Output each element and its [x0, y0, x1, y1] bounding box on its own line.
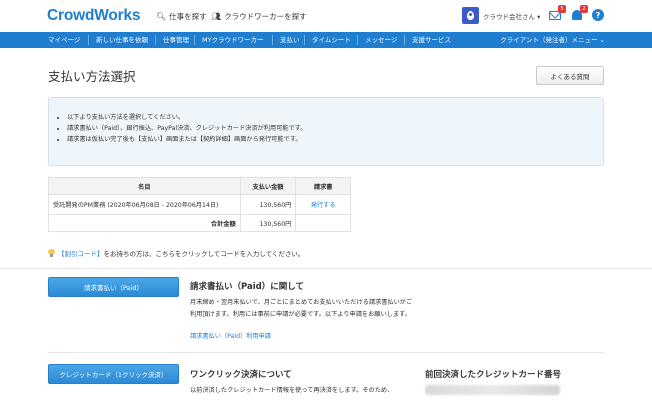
- find-workers-label: クラウドワーカーを探す: [224, 12, 307, 21]
- nav-item-my-workers[interactable]: MYクラウドワーカー: [202, 32, 264, 48]
- col-header-invoice: 請求書: [295, 177, 351, 195]
- masked-card-number: [425, 385, 560, 395]
- client-menu[interactable]: クライアント（発注者）メニュー ⌄: [500, 32, 605, 48]
- bell-badge: 2: [580, 5, 588, 13]
- user-menu[interactable]: クラウド会社さん ▾: [483, 11, 540, 21]
- issue-invoice-link[interactable]: 発行する: [311, 202, 336, 209]
- nav-item-job-management[interactable]: 仕事管理: [163, 32, 189, 48]
- pin-icon: [467, 11, 474, 20]
- paid-apply-link[interactable]: 請求書払い（Paid）利用申請: [190, 331, 271, 340]
- users-icon: 👥︎: [211, 12, 222, 21]
- table-total-row: 合計金額 130,560円: [48, 214, 351, 232]
- row-amount: 130,560円: [239, 194, 297, 215]
- chevron-down-icon: ⌄: [599, 36, 605, 44]
- main-nav: マイページ 新しい仕事を依頼 仕事管理 MYクラウドワーカー 支払い タイムシー…: [0, 32, 652, 48]
- card-section-desc: 以前決済したクレジットカード情報を使って再決済をします。そのため、: [190, 387, 394, 394]
- paid-section-title: 請求書払い（Paid）に関して: [190, 282, 304, 292]
- page-title: 支払い方法選択: [48, 69, 136, 84]
- avatar[interactable]: [462, 7, 479, 24]
- divider: [0, 268, 652, 269]
- nav-item-support[interactable]: 支援サービス: [412, 32, 451, 48]
- help-icon[interactable]: ?: [592, 9, 604, 21]
- client-menu-label: クライアント（発注者）メニュー: [500, 36, 598, 44]
- mail-badge: 5: [558, 5, 566, 13]
- info-line: 請求書払い（Paid）、銀行振込、PayPal決済、クレジットカード決済が利用可…: [67, 123, 306, 134]
- search-icon: 🔍︎: [156, 12, 167, 21]
- nav-item-payments[interactable]: 支払い: [280, 32, 300, 48]
- bell-icon[interactable]: 2: [571, 5, 588, 21]
- info-box: 以下より支払い方法を選択してください。 請求書払い（Paid）、銀行振込、Pay…: [48, 97, 604, 166]
- payment-table: 名目 支払い金額 請求書 受託開発のPM業務 (2020年06月08日 - 20…: [48, 177, 351, 232]
- header: CrowdWorks 🔍︎ 仕事を探す 👥︎ クラウドワーカーを探す クラウド会…: [0, 0, 652, 32]
- coupon-text: をお持ちの方は、こちらをクリックしてコードを入力してください。: [103, 250, 305, 258]
- nav-item-new-job[interactable]: 新しい仕事を依頼: [96, 32, 148, 48]
- previous-card-title: 前回決済したクレジットカード番号: [425, 370, 562, 380]
- info-line: 請求書は仮払い完了後も【支払い】画面または【契約詳細】画面から発行可能です。: [67, 134, 306, 145]
- nav-item-mypage[interactable]: マイページ: [48, 32, 80, 48]
- crowdworks-logo[interactable]: CrowdWorks: [47, 7, 141, 25]
- find-jobs-link[interactable]: 🔍︎ 仕事を探す: [156, 11, 207, 22]
- faq-button[interactable]: よくある質問: [536, 66, 604, 85]
- paid-section-desc: 月末締め・翌月末払いで、月ごとにまとめてお支払いいただける請求書払いがご利用頂け…: [190, 299, 413, 318]
- coupon-code-link[interactable]: 【割引コード】: [58, 248, 104, 258]
- total-amount: 130,560円: [239, 214, 297, 232]
- find-jobs-label: 仕事を探す: [169, 12, 207, 21]
- section-divider: [48, 352, 604, 353]
- nav-item-timesheet[interactable]: タイムシート: [312, 32, 351, 48]
- find-workers-link[interactable]: 👥︎ クラウドワーカーを探す: [211, 11, 307, 22]
- table-row: 受託開発のPM業務 (2020年06月08日 - 2020年06月14日) 13…: [48, 194, 351, 215]
- row-item: 受託開発のPM業務 (2020年06月08日 - 2020年06月14日): [48, 194, 241, 215]
- card-section-title: ワンクリック決済について: [190, 370, 292, 380]
- info-line: 以下より支払い方法を選択してください。: [67, 112, 306, 123]
- col-header-amount: 支払い金額: [239, 177, 297, 195]
- paid-invoice-button[interactable]: 請求書払い（Paid）: [48, 277, 179, 297]
- mail-icon[interactable]: 5: [549, 5, 566, 21]
- total-label: 合計金額: [48, 214, 241, 232]
- credit-card-button[interactable]: クレジットカード（1クリック決済）: [48, 364, 179, 384]
- lightbulb-icon: [48, 249, 55, 257]
- nav-item-messages[interactable]: メッセージ: [365, 32, 397, 48]
- coupon-notice[interactable]: 【割引コード】 をお持ちの方は、こちらをクリックしてコードを入力してください。: [48, 248, 304, 258]
- col-header-item: 名目: [48, 177, 241, 195]
